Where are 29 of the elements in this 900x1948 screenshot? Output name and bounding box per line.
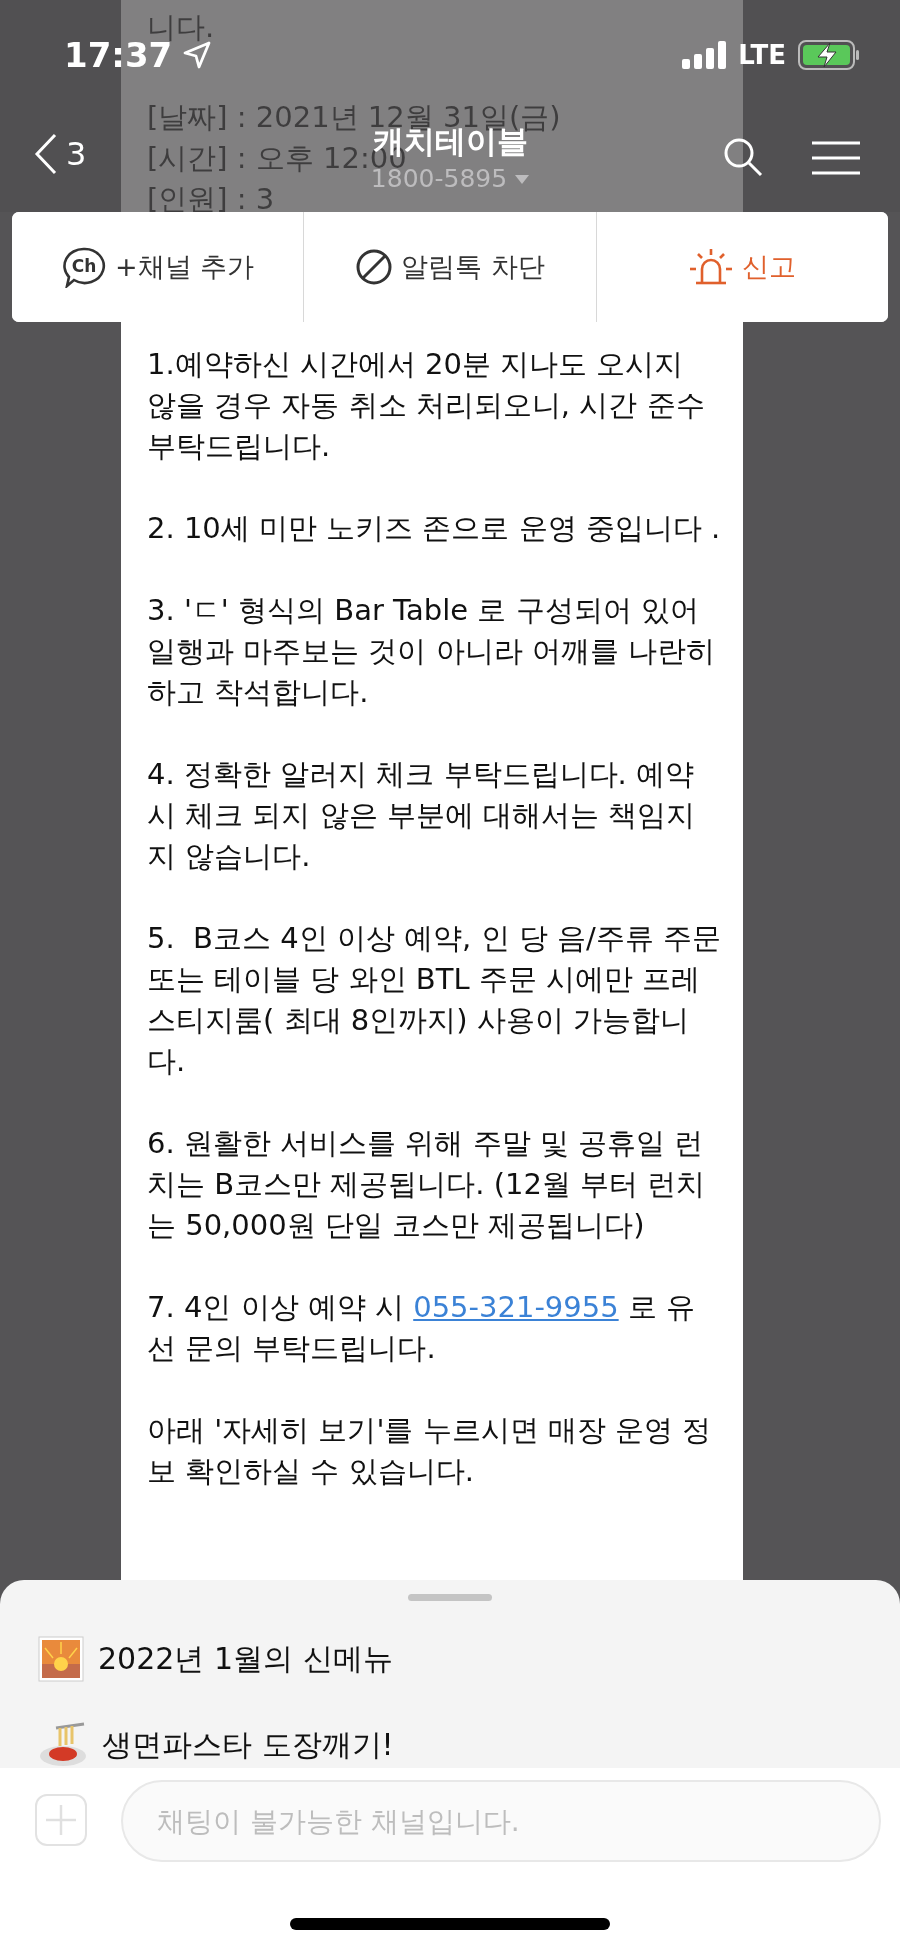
- message-paragraph: 7. 4인 이상 예약 시 055-321-9955 로 유선 문의 부탁드립니다.: [147, 1289, 697, 1367]
- block-icon: [355, 248, 394, 286]
- chevron-left-icon: [34, 132, 58, 176]
- message-paragraph: 5. B코스 4인 이상 예약, 인 당 음/주류 주문 또는 테이블 당 와인 BTL 주문 시에만 프레스티지룸( 최대 8인까지) 사용이 가능합니다.: [147, 920, 721, 1080]
- menu-icon[interactable]: [812, 140, 860, 176]
- sunset-icon: [38, 1636, 84, 1682]
- menu-item[interactable]: 생면파스타 도장깨기!: [38, 1722, 394, 1768]
- message-paragraph: 3. 'ㄷ' 형식의 Bar Table 로 구성되어 있어 일행과 마주보는 것이 아니라 어깨를 나란히 하고 착석합니다.: [147, 592, 717, 711]
- message-paragraph: 1.예약하신 시간에서 20분 지나도 오시지 않을 경우 자동 취소 처리되오니, 시간 준수 부탁드립니다.: [147, 346, 706, 465]
- search-icon[interactable]: [722, 136, 764, 178]
- message-paragraph: 4. 정확한 알러지 체크 부탁드립니다. 예약시 체크 되지 않은 부분에 대해서는 책임지지 않습니다.: [147, 756, 697, 875]
- back-button[interactable]: 3: [34, 132, 87, 176]
- message-paragraph: 6. 원활한 서비스를 위해 주말 및 공휴일 런치는 B코스만 제공됩니다. (12월 부터 런치는 50,000원 단일 코스만 제공됩니다): [147, 1125, 707, 1244]
- sheet-handle[interactable]: [408, 1594, 492, 1601]
- location-arrow-icon: [182, 40, 213, 70]
- caret-down-icon: [515, 174, 530, 184]
- signal-icon: [682, 41, 727, 69]
- plus-icon: [46, 1805, 76, 1835]
- siren-icon: [688, 247, 735, 287]
- menu-item[interactable]: 2022년 1월의 신메뉴: [38, 1636, 393, 1682]
- pasta-icon: [38, 1722, 88, 1768]
- battery-charging-icon: [798, 40, 860, 70]
- message-paragraph: 아래 '자세히 보기'를 누르시면 매장 운영 정보 확인하실 수 있습니다.: [147, 1412, 713, 1490]
- add-channel-button[interactable]: Ch +채널 추가: [12, 212, 305, 322]
- message-paragraph: 2. 10세 미만 노키즈 존으로 운영 중입니다 .: [147, 510, 721, 547]
- channel-bubble-icon: Ch: [61, 246, 108, 288]
- phone-link[interactable]: 055-321-9955: [413, 1290, 619, 1324]
- status-time: 17:37: [64, 35, 173, 75]
- network-label: LTE: [738, 40, 786, 70]
